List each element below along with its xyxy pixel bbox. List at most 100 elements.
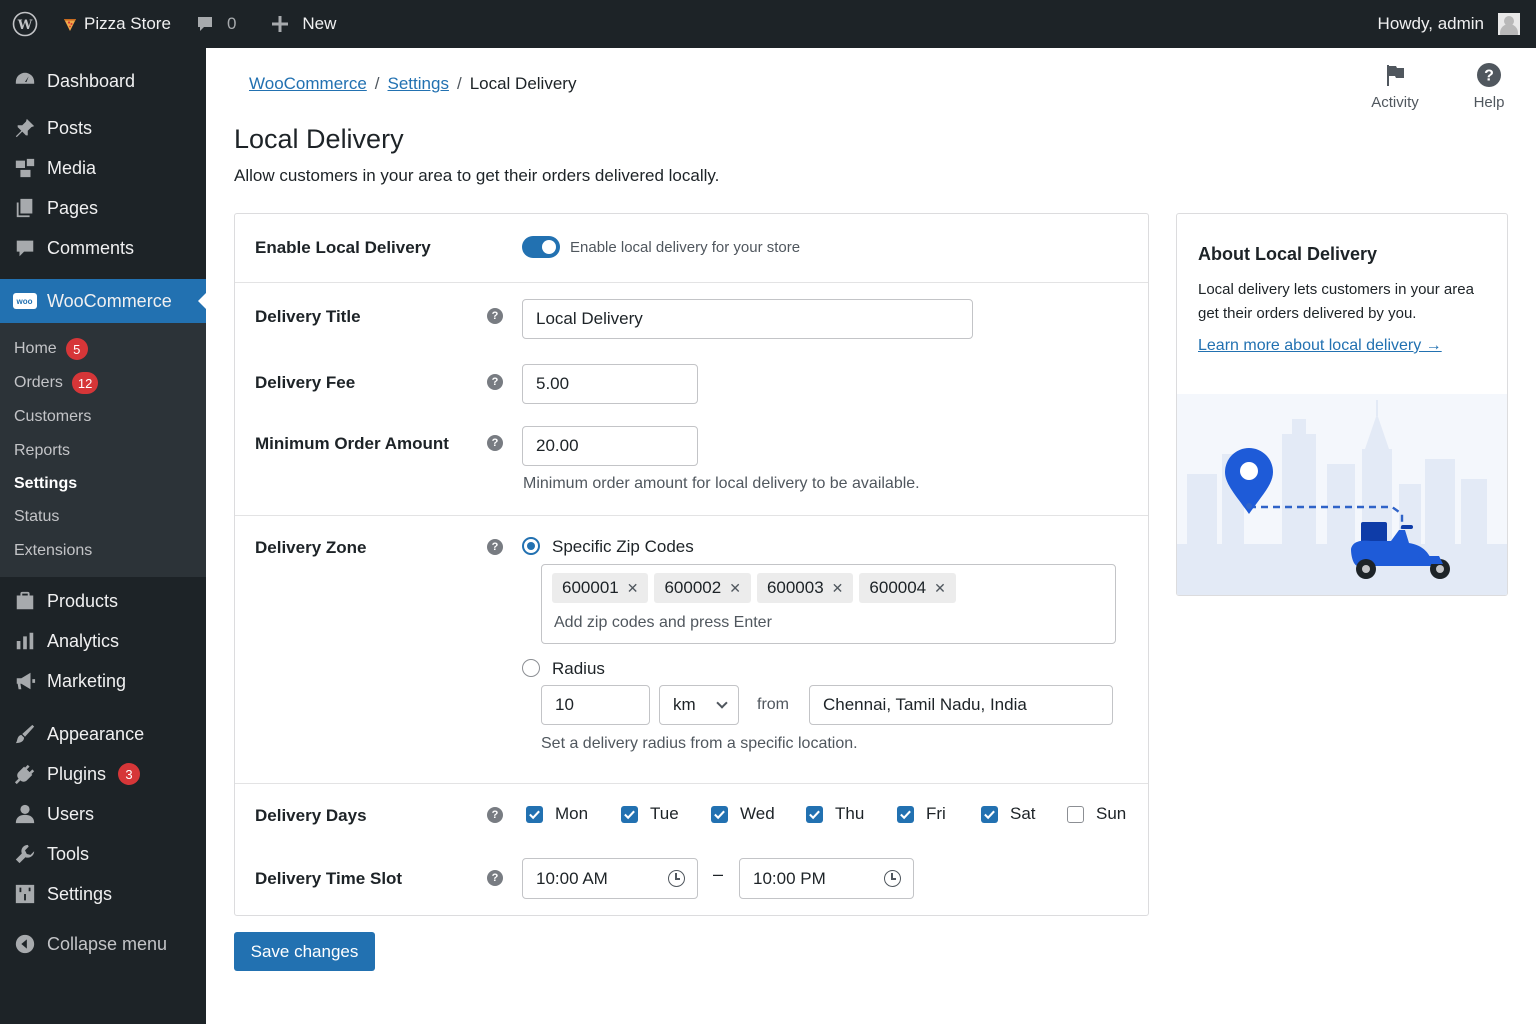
- menu-label-analytics: Analytics: [47, 630, 120, 651]
- help-icon[interactable]: ?: [487, 539, 503, 555]
- menu-item-users[interactable]: Users: [0, 794, 206, 834]
- checkbox-checked-icon[interactable]: [711, 805, 728, 823]
- delivery-title-input[interactable]: Local Delivery: [522, 299, 973, 339]
- submenu-customers[interactable]: Customers: [14, 405, 91, 429]
- menu-item-products[interactable]: Products: [0, 581, 206, 621]
- radius-value-input[interactable]: 10: [541, 685, 650, 725]
- wrench-icon: [0, 843, 47, 865]
- remove-tag-icon[interactable]: ✕: [832, 580, 844, 597]
- menu-item-marketing[interactable]: Marketing: [0, 661, 206, 701]
- remove-tag-icon[interactable]: ✕: [729, 580, 741, 597]
- about-text: Local delivery lets customers in your ar…: [1198, 281, 1474, 322]
- checkbox-unchecked-icon[interactable]: [1067, 805, 1084, 823]
- products-icon: [0, 590, 47, 612]
- minimum-order-input[interactable]: 20.00: [522, 426, 698, 466]
- location-input[interactable]: Chennai, Tamil Nadu, India: [809, 685, 1113, 725]
- day-label: Wed: [740, 804, 775, 823]
- menu-item-tools[interactable]: Tools: [0, 834, 206, 874]
- save-changes-button[interactable]: Save changes: [234, 932, 375, 971]
- settings-card: Enable Local Delivery Enable local deliv…: [234, 213, 1149, 916]
- submenu-home[interactable]: Home 5: [14, 337, 88, 361]
- day-wed[interactable]: Wed: [711, 804, 806, 824]
- admin-sidebar: Dashboard Posts Media Pages Comments woo…: [0, 48, 207, 1024]
- settings-sliders-icon: [0, 883, 47, 905]
- help-icon[interactable]: ?: [487, 435, 503, 451]
- zip-tag-text: 600001: [562, 578, 619, 597]
- delivery-fee-input[interactable]: 5.00: [522, 364, 698, 404]
- checkbox-checked-icon[interactable]: [621, 805, 638, 823]
- menu-item-pages[interactable]: Pages: [0, 188, 206, 228]
- menu-item-dashboard[interactable]: Dashboard: [0, 61, 206, 101]
- submenu-settings[interactable]: Settings: [14, 472, 77, 496]
- menu-label-marketing: Marketing: [47, 670, 127, 691]
- day-sun[interactable]: Sun: [1067, 804, 1137, 824]
- help-button[interactable]: ? Help: [1442, 62, 1536, 111]
- day-tue[interactable]: Tue: [621, 804, 711, 824]
- plug-icon: [0, 763, 47, 785]
- minimum-order-label: Minimum Order Amount: [255, 434, 449, 453]
- menu-item-plugins[interactable]: Plugins 3: [0, 754, 206, 794]
- breadcrumb-woocommerce[interactable]: WooCommerce: [249, 74, 367, 94]
- svg-text:?: ?: [1484, 68, 1494, 85]
- day-thu[interactable]: Thu: [806, 804, 897, 824]
- menu-item-analytics[interactable]: Analytics: [0, 621, 206, 661]
- orders-badge: 12: [71, 372, 99, 394]
- enable-delivery-toggle[interactable]: [522, 236, 560, 258]
- comments-count: 0: [226, 14, 237, 33]
- menu-label-dashboard: Dashboard: [47, 70, 136, 91]
- submenu-orders-label: Orders: [14, 374, 63, 391]
- radius-unit-select[interactable]: km: [659, 685, 739, 725]
- account-menu[interactable]: Howdy, admin: [1366, 0, 1536, 48]
- checkbox-checked-icon[interactable]: [981, 805, 998, 823]
- megaphone-icon: [0, 670, 47, 692]
- enable-delivery-label: Enable Local Delivery: [255, 238, 431, 257]
- about-card: About Local Delivery Local delivery lets…: [1176, 213, 1508, 596]
- menu-label-appearance: Appearance: [47, 723, 145, 744]
- help-icon[interactable]: ?: [487, 870, 503, 886]
- submenu-reports[interactable]: Reports: [14, 439, 70, 463]
- menu-item-appearance[interactable]: Appearance: [0, 714, 206, 754]
- delivery-days-list: Mon Tue Wed Thu Fri Sat Sun: [526, 804, 1137, 824]
- specific-zip-radio[interactable]: [522, 537, 540, 555]
- zip-code-input[interactable]: 600001 ✕ 600002 ✕ 600003 ✕ 600004 ✕ Add zip …: [541, 564, 1116, 644]
- activity-button[interactable]: Activity: [1348, 62, 1442, 111]
- menu-item-posts[interactable]: Posts: [0, 108, 206, 148]
- breadcrumb-settings[interactable]: Settings: [388, 74, 449, 94]
- help-icon[interactable]: ?: [487, 374, 503, 390]
- enable-delivery-toggle-text: Enable local delivery for your store: [570, 239, 801, 256]
- menu-label-users: Users: [47, 803, 95, 824]
- activity-label: Activity: [1371, 94, 1419, 111]
- end-time-input[interactable]: 10:00 PM: [739, 858, 914, 899]
- day-mon[interactable]: Mon: [526, 804, 621, 824]
- menu-item-comments[interactable]: Comments: [0, 228, 206, 268]
- help-icon[interactable]: ?: [487, 308, 503, 324]
- submenu-extensions[interactable]: Extensions: [14, 539, 92, 563]
- start-time-input[interactable]: 10:00 AM: [522, 858, 698, 899]
- comments-link[interactable]: 0: [183, 0, 248, 48]
- remove-tag-icon[interactable]: ✕: [934, 580, 946, 597]
- menu-item-media[interactable]: Media: [0, 148, 206, 188]
- site-name-link[interactable]: Pizza Store: [50, 0, 183, 48]
- radius-radio[interactable]: [522, 659, 540, 677]
- checkbox-checked-icon[interactable]: [526, 805, 543, 823]
- menu-item-woocommerce[interactable]: woo WooCommerce: [0, 279, 207, 323]
- checkbox-checked-icon[interactable]: [897, 805, 914, 823]
- menu-item-settings[interactable]: Settings: [0, 874, 206, 914]
- learn-more-link[interactable]: Learn more about local delivery →: [1198, 337, 1442, 355]
- wordpress-logo-icon[interactable]: W: [0, 0, 50, 48]
- pin-icon: [0, 117, 47, 139]
- day-sat[interactable]: Sat: [981, 804, 1067, 824]
- help-icon[interactable]: ?: [487, 807, 503, 823]
- remove-tag-icon[interactable]: ✕: [627, 580, 639, 597]
- collapse-menu-button[interactable]: Collapse menu: [0, 924, 206, 964]
- day-fri[interactable]: Fri: [897, 804, 981, 824]
- new-content-link[interactable]: New: [258, 0, 348, 48]
- zip-tag: 600003 ✕: [756, 573, 854, 603]
- home-badge: 5: [65, 338, 88, 360]
- checkbox-checked-icon[interactable]: [806, 805, 823, 823]
- collapse-menu-label: Collapse menu: [47, 933, 168, 954]
- radius-hint: Set a delivery radius from a specific lo…: [541, 735, 858, 752]
- submenu-status[interactable]: Status: [14, 505, 59, 529]
- clock-icon: [668, 870, 685, 887]
- submenu-orders[interactable]: Orders 12: [14, 371, 99, 395]
